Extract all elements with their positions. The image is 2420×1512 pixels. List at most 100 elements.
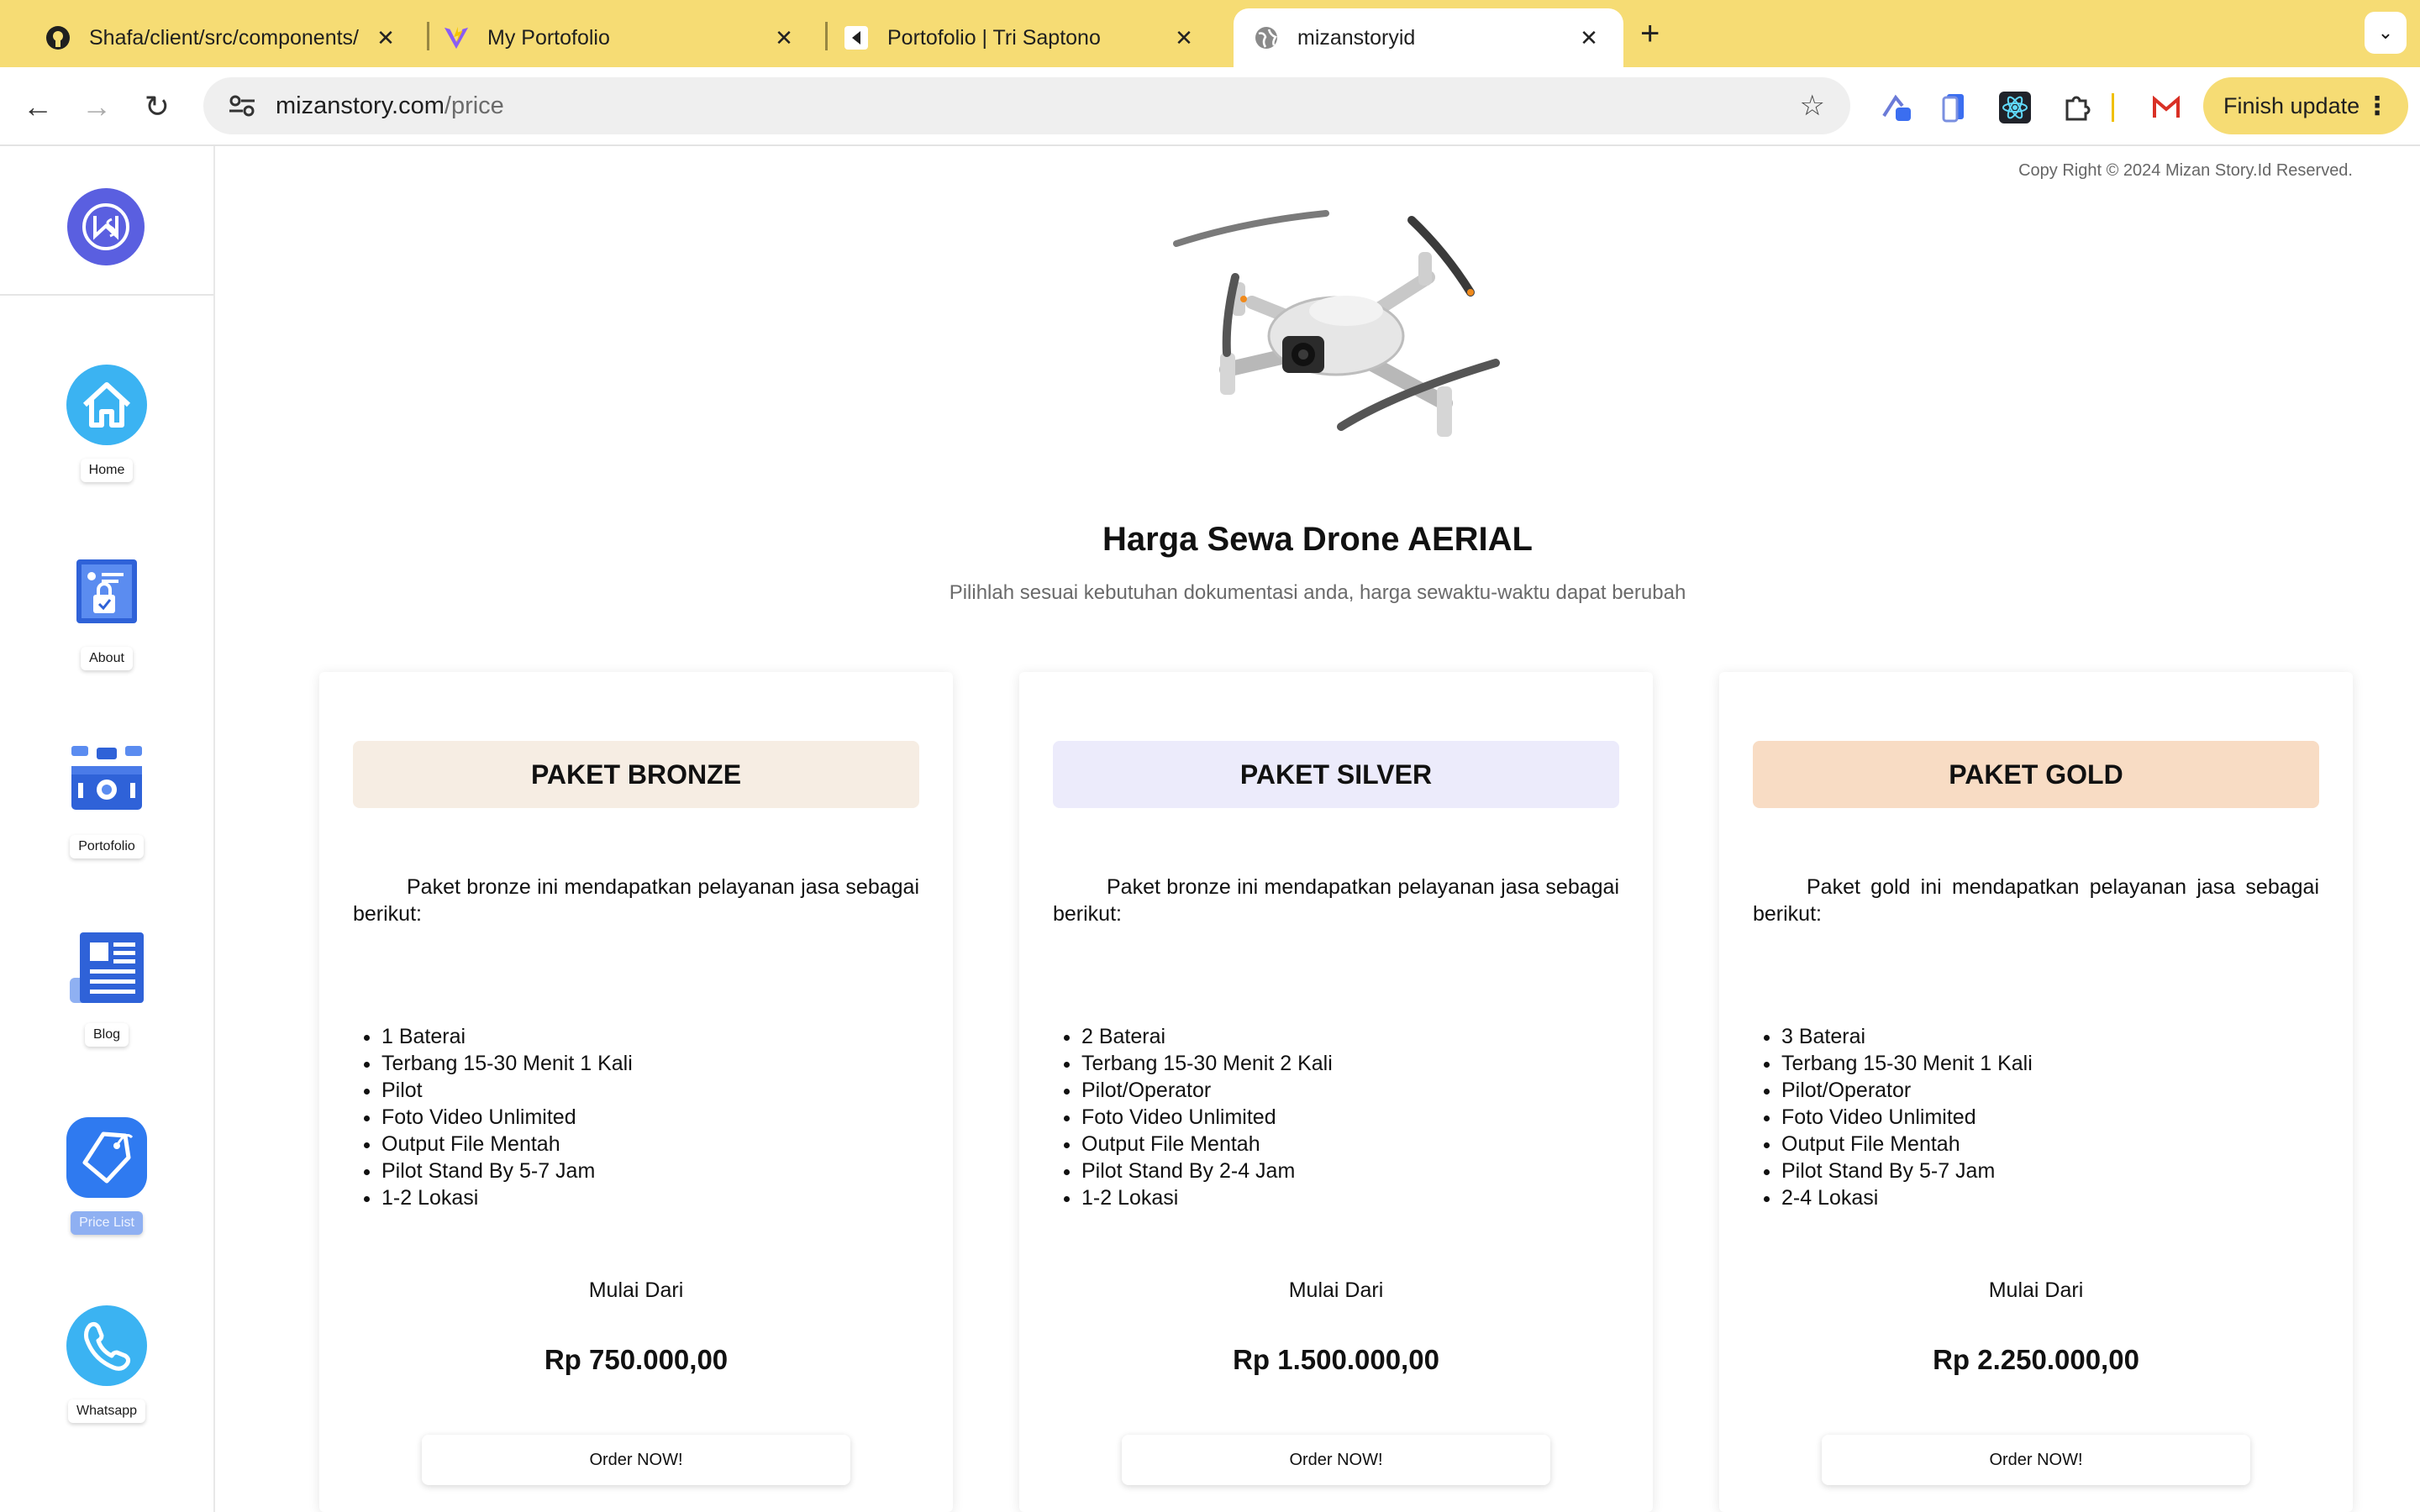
feature-item: 1-2 Lokasi [1081, 1184, 1619, 1211]
arrow-left-icon: ← [23, 89, 53, 123]
page-title: Harga Sewa Drone AERIAL [1102, 521, 1533, 558]
new-tab-button[interactable]: + [1640, 15, 1660, 53]
package-title: PAKET BRONZE [353, 741, 919, 808]
package-price: Rp 2.250.000,00 [1933, 1344, 2139, 1375]
tab-title: mizanstoryid [1297, 25, 1416, 50]
url-domain: mizanstory.com [276, 92, 445, 119]
package-price: Rp 1.500.000,00 [1233, 1344, 1439, 1375]
sidebar-item-about[interactable]: About [0, 551, 213, 670]
tab-search-button[interactable]: ⌄ [2365, 12, 2407, 54]
back-button[interactable]: ← [17, 86, 59, 128]
reload-icon: ↻ [144, 89, 171, 123]
price-label: Mulai Dari [588, 1278, 684, 1302]
price-label: Mulai Dari [1988, 1278, 2084, 1302]
bookmark-star-icon[interactable]: ☆ [1800, 89, 1825, 123]
sidebar-item-blog[interactable]: Blog [0, 927, 213, 1047]
feature-item: Pilot Stand By 5-7 Jam [381, 1158, 919, 1184]
tab-mizanstoryid[interactable]: mizanstoryid ✕ [1234, 8, 1623, 67]
kebab-menu-icon: ⋮ [2365, 92, 2390, 120]
package-description: Paket bronze ini mendapatkan pelayanan j… [1053, 875, 1619, 926]
url-text: mizanstory.com/price [276, 92, 504, 120]
sidebar-item-label: Home [80, 459, 134, 482]
price-tag-icon [65, 1116, 149, 1200]
arrow-right-icon: → [82, 89, 112, 123]
feature-item: Pilot Stand By 5-7 Jam [1781, 1158, 2319, 1184]
feature-item: Foto Video Unlimited [381, 1104, 919, 1131]
feature-item: Output File Mentah [1081, 1131, 1619, 1158]
feature-item: Pilot [381, 1077, 919, 1104]
feature-item: Output File Mentah [381, 1131, 919, 1158]
reload-button[interactable]: ↻ [136, 86, 178, 128]
order-now-button[interactable]: Order NOW! [422, 1435, 850, 1485]
extensions-puzzle-icon[interactable] [2060, 91, 2094, 124]
feature-item: 2-4 Lokasi [1781, 1184, 2319, 1211]
sidebar-item-whatsapp[interactable]: Whatsapp [0, 1304, 213, 1423]
package-price: Rp 750.000,00 [544, 1344, 729, 1375]
feature-item: 2 Baterai [1081, 1023, 1619, 1050]
sidebar-item-price-list[interactable]: Price List [0, 1116, 213, 1235]
close-icon[interactable]: ✕ [770, 25, 798, 51]
package-card-gold: PAKET GOLD Paket gold ini mendapatkan pe… [1719, 672, 2353, 1512]
feature-item: Terbang 15-30 Menit 2 Kali [1081, 1050, 1619, 1077]
feature-item: 3 Baterai [1781, 1023, 2319, 1050]
extension-react-icon[interactable] [1998, 91, 2032, 124]
package-description: Paket bronze ini mendapatkan pelayanan j… [353, 875, 919, 926]
drone-image [1126, 202, 1546, 462]
browser-toolbar: ← → ↻ mizanstory.com/price ☆ Finish upda… [0, 67, 2420, 146]
url-path: /price [444, 92, 504, 119]
about-icon [65, 551, 149, 635]
site-logo[interactable] [67, 188, 145, 265]
finish-update-button[interactable]: Finish update ⋮ [2203, 77, 2408, 134]
tab-my-portofolio[interactable]: My Portofolio ✕ [424, 8, 818, 67]
package-card-silver: PAKET SILVER Paket bronze ini mendapatka… [1019, 672, 1653, 1512]
sidebar-item-portofolio[interactable]: Portofolio [0, 739, 213, 858]
sidebar-item-label: Price List [71, 1211, 143, 1235]
order-now-button[interactable]: Order NOW! [1822, 1435, 2250, 1485]
close-icon[interactable]: ✕ [1575, 25, 1603, 51]
page-subtitle: Pilihlah sesuai kebutuhan dokumentasi an… [949, 581, 1686, 604]
tab-tri-saptono[interactable]: Portofolio | Tri Saptono ✕ [823, 8, 1218, 67]
close-icon[interactable]: ✕ [1170, 25, 1198, 51]
sidebar: Home About Portofolio Blog Price List Wh… [0, 146, 215, 1512]
sidebar-item-home[interactable]: Home [0, 363, 213, 482]
feature-item: Output File Mentah [1781, 1131, 2319, 1158]
gmail-icon[interactable] [2149, 91, 2183, 124]
site-icon [844, 25, 869, 50]
tab-title: My Portofolio [487, 25, 610, 50]
github-icon [45, 25, 71, 50]
package-features: 2 Baterai Terbang 15-30 Menit 2 Kali Pil… [1081, 1023, 1619, 1211]
feature-item: Pilot/Operator [1781, 1077, 2319, 1104]
tab-title: Shafa/client/src/components/ [89, 25, 359, 50]
tab-github[interactable]: Shafa/client/src/components/ ✕ [25, 8, 420, 67]
site-settings-icon[interactable] [217, 94, 267, 118]
sidebar-item-label: About [81, 647, 133, 670]
package-features: 3 Baterai Terbang 15-30 Menit 1 Kali Pil… [1781, 1023, 2319, 1211]
tab-title: Portofolio | Tri Saptono [887, 25, 1101, 50]
feature-item: Foto Video Unlimited [1781, 1104, 2319, 1131]
home-icon [65, 363, 149, 447]
order-now-button[interactable]: Order NOW! [1122, 1435, 1550, 1485]
chevron-down-icon: ⌄ [2377, 22, 2394, 43]
portfolio-icon [65, 739, 149, 823]
sidebar-item-label: Whatsapp [67, 1399, 146, 1423]
vite-icon [444, 25, 469, 50]
feature-item: Pilot Stand By 2-4 Jam [1081, 1158, 1619, 1184]
sidebar-divider [0, 294, 213, 296]
package-description: Paket gold ini mendapatkan pelayanan jas… [1753, 875, 2319, 926]
address-bar[interactable]: mizanstory.com/price ☆ [203, 77, 1850, 134]
price-label: Mulai Dari [1288, 1278, 1384, 1302]
forward-button[interactable]: → [76, 86, 118, 128]
extension-sync-icon[interactable] [1881, 91, 1914, 124]
extension-device-icon[interactable] [1938, 91, 1971, 124]
tab-bar: Shafa/client/src/components/ ✕ My Portof… [0, 0, 2420, 67]
feature-item: 1-2 Lokasi [381, 1184, 919, 1211]
package-card-bronze: PAKET BRONZE Paket bronze ini mendapatka… [319, 672, 953, 1512]
phone-icon [65, 1304, 149, 1388]
close-icon[interactable]: ✕ [371, 25, 400, 51]
globe-icon [1254, 25, 1279, 50]
feature-item: 1 Baterai [381, 1023, 919, 1050]
feature-item: Pilot/Operator [1081, 1077, 1619, 1104]
blog-icon [65, 927, 149, 1011]
feature-item: Terbang 15-30 Menit 1 Kali [1781, 1050, 2319, 1077]
package-features: 1 Baterai Terbang 15-30 Menit 1 Kali Pil… [381, 1023, 919, 1211]
